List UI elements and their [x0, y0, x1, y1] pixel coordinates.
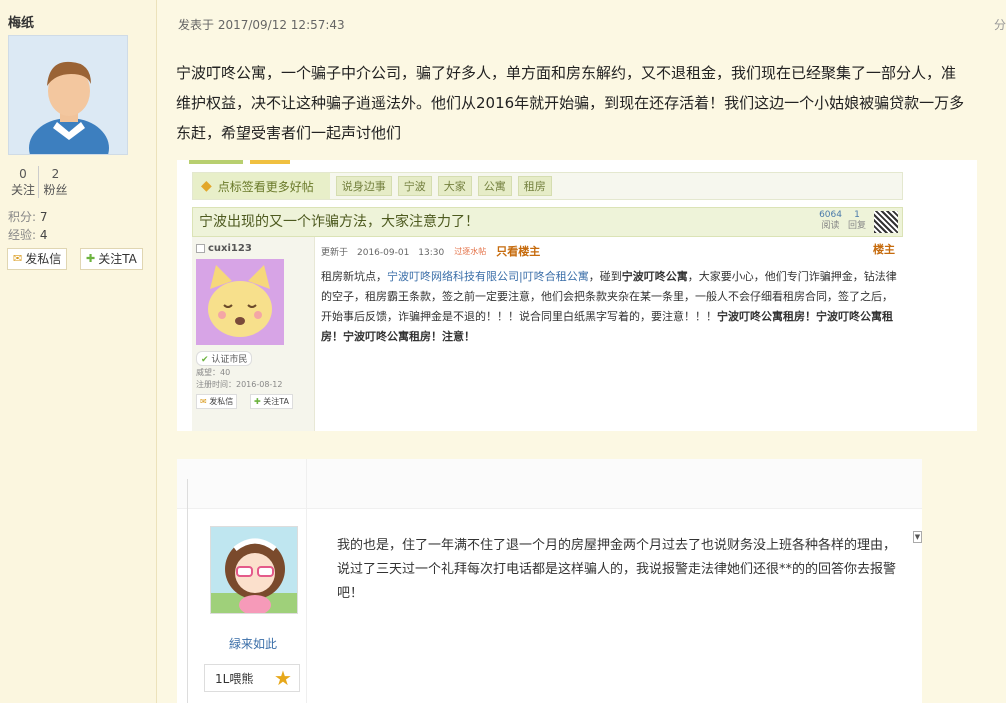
embedded-screenshot-1: ◆ 点标签看更多好帖 说身边事 宁波 大家 公寓 租房 宁波出现的又一个诈骗方法…: [177, 160, 977, 431]
avatar[interactable]: [8, 35, 128, 155]
qr-code-icon: [874, 211, 898, 233]
follow-button-label: 关注TA: [98, 252, 137, 266]
points-value: 7: [39, 210, 48, 224]
cat-avatar: [196, 259, 284, 345]
prestige: 威望：40: [196, 368, 231, 377]
embedded-screenshot-2: 緑来如此 1L喂熊 ★ 我的也是，住了一年满不住了退一个月的房屋押金两个月过去了…: [177, 459, 922, 703]
tag-header: ◆ 点标签看更多好帖: [193, 173, 330, 199]
follow-count: 0: [19, 167, 27, 181]
body-text: 租房新坑点，: [321, 270, 387, 283]
inner-follow-button-label: 关注TA: [263, 397, 289, 406]
points-line: 积分: 7: [8, 208, 48, 225]
post-line: 东赶，希望受害者们一起声讨他们: [176, 124, 402, 142]
post-time-right: 分: [993, 18, 1006, 32]
update-time: 更新于 2016-09-01 13:30: [321, 247, 445, 258]
default-avatar-icon: [9, 36, 127, 154]
inner-author: cuxi123: [196, 243, 252, 254]
inner-message-button-label: 发私信: [209, 397, 234, 406]
post-line: 维护权益，决不让这种骗子逍遥法外。他们从2016年就开始骗，到现在还存活着！我们…: [176, 94, 965, 112]
floor-label: 楼主: [873, 243, 895, 256]
body-bold: 宁波叮咚公寓: [621, 270, 688, 283]
thread-title: 宁波出现的又一个诈骗方法，大家注意力了！: [199, 214, 479, 230]
tab-tip: [189, 160, 243, 164]
dropdown-icon: ▼: [913, 531, 922, 543]
user-stats: 0 关注 2 粉丝: [8, 166, 72, 198]
replies-count: 1: [854, 210, 860, 220]
tag-bar: ◆ 点标签看更多好帖 说身边事 宁波 大家 公寓 租房: [192, 172, 903, 200]
verified-badge-label: 认证市民: [211, 355, 248, 365]
star-icon: ★: [274, 666, 292, 690]
body-text: ，碰到: [588, 270, 622, 283]
mail-icon: ✉: [13, 252, 23, 265]
fans-count: 2: [51, 167, 60, 181]
exp-line: 经验: 4: [8, 226, 48, 243]
check-icon: ✔: [201, 355, 209, 365]
level-badge: 1L喂熊 ★: [204, 664, 300, 692]
tag-item: 大家: [437, 176, 472, 196]
girl-avatar-icon: [211, 527, 297, 613]
follow-label: 关注: [10, 183, 35, 197]
views-label: 阅读: [821, 221, 840, 231]
follow-button[interactable]: ✚ 关注TA: [80, 248, 143, 270]
tag-item: 宁波: [397, 176, 432, 196]
inner-follow-button: ✚ 关注TA: [250, 394, 293, 409]
username[interactable]: 梅纸: [8, 12, 34, 31]
inner-post-body: 租房新坑点，宁波叮咚网络科技有限公司|叮咚合租公寓，碰到宁波叮咚公寓，大家要小心…: [321, 267, 897, 347]
fans-stat[interactable]: 2 粉丝: [38, 166, 72, 198]
comment-text: 我的也是，住了一年满不住了退一个月的房屋押金两个月过去了也说财务没上班各种各样的…: [337, 538, 897, 601]
tab-tip: [250, 160, 290, 164]
thread-counts: 6064 阅读 1 回复: [819, 210, 866, 232]
inner-author-panel: cuxi123 ✔ 认证市民 威望：40 注册时间：2016-08-12 ✉ 发…: [192, 237, 315, 431]
cat-face-icon: [196, 259, 284, 345]
points-label: 积分:: [8, 210, 37, 224]
inner-author-name: cuxi123: [208, 243, 252, 254]
inner-post-head: 更新于 2016-09-01 13:30 过逐水帖 只看楼主: [321, 243, 540, 259]
tag-item: 公寓: [477, 176, 512, 196]
plus-icon: ✚: [254, 397, 261, 406]
level-label: 1L喂熊: [215, 671, 254, 686]
thread-title-bar: 宁波出现的又一个诈骗方法，大家注意力了！ 6064 阅读 1 回复: [192, 207, 903, 237]
verified-badge: ✔ 认证市民: [196, 351, 253, 366]
user-icon: [196, 244, 205, 253]
fans-label: 粉丝: [43, 183, 68, 197]
exp-value: 4: [39, 228, 48, 242]
tag-item: 租房: [517, 176, 552, 196]
views-count: 6064: [819, 210, 842, 220]
message-button[interactable]: ✉ 发私信: [7, 248, 68, 270]
mail-icon: ✉: [200, 397, 207, 406]
post-line: 宁波叮咚公寓，一个骗子中介公司，骗了好多人，单方面和房东解约，又不退租金，我们现…: [176, 64, 957, 82]
inner-post: 更新于 2016-09-01 13:30 过逐水帖 只看楼主 楼主 租房新坑点，…: [317, 237, 903, 431]
inner-message-button: ✉ 发私信: [196, 394, 238, 409]
tag-item: 说身边事: [335, 176, 392, 196]
replies-label: 回复: [847, 221, 866, 231]
follow-stat[interactable]: 0 关注: [8, 166, 38, 198]
commenter-name: 緑来如此: [229, 637, 278, 651]
divider: [187, 479, 188, 703]
red-tag: 过逐水帖: [454, 246, 487, 256]
plus-icon: ✚: [86, 252, 96, 265]
user-sidebar: 梅纸 0 关注 2 粉丝 积分: 7 经验: 4 ✉ 发私信 ✚ 关注TA: [0, 0, 157, 703]
post-time: 发表于 2017/09/12 12:57:43: [178, 18, 345, 32]
company-link: 宁波叮咚网络科技有限公司|叮咚合租公寓: [387, 270, 589, 283]
only-author-link: 只看楼主: [496, 245, 541, 258]
register-date: 注册时间：2016-08-12: [196, 380, 283, 389]
post-body: 宁波叮咚公寓，一个骗子中介公司，骗了好多人，单方面和房东解约，又不退租金，我们现…: [176, 58, 1006, 148]
exp-label: 经验:: [8, 228, 37, 242]
girl-avatar: [210, 526, 298, 614]
message-button-label: 发私信: [25, 252, 62, 266]
tag-header-label: 点标签看更多好帖: [217, 179, 314, 194]
tag-icon: ◆: [201, 178, 212, 194]
